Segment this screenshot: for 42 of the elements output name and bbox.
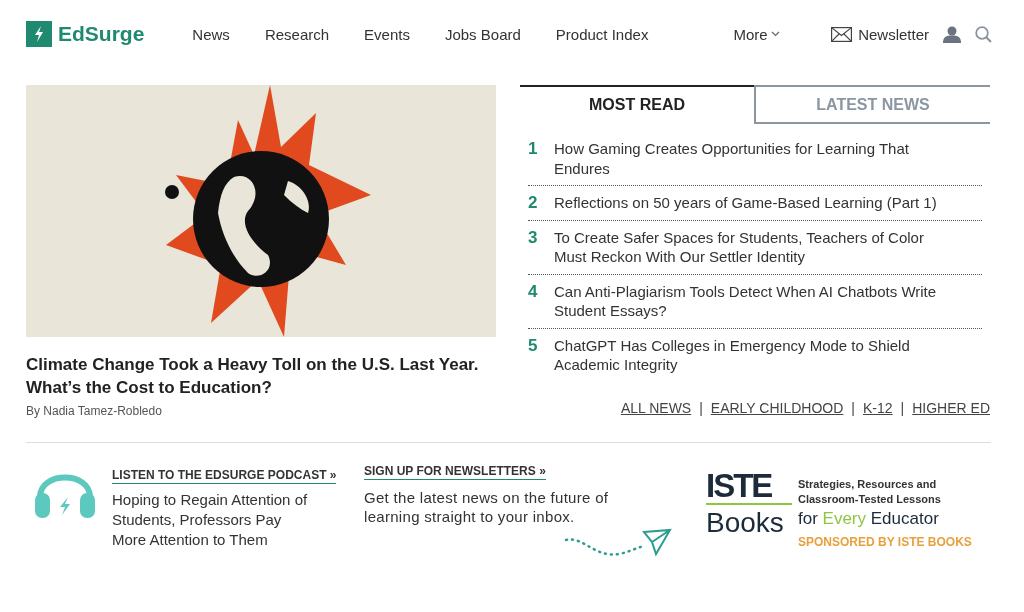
- lightning-icon: [26, 21, 52, 47]
- envelope-icon: [831, 26, 853, 42]
- tab[interactable]: MOST READ: [520, 85, 754, 124]
- chevron-down-icon: [770, 31, 780, 37]
- rank-number: 1: [528, 139, 539, 160]
- category-link[interactable]: ALL NEWS: [620, 399, 692, 416]
- article-byline: By Nadia Tamez-Robledo: [26, 404, 163, 418]
- nav-link[interactable]: Events: [364, 25, 410, 43]
- separator: |: [699, 399, 703, 416]
- rank-number: 2: [528, 193, 539, 213]
- newsletter-link[interactable]: Newsletter: [831, 25, 929, 43]
- edsurge-logo[interactable]: EdSurge: [26, 21, 145, 47]
- ad-logo-text: ISTE: [706, 469, 792, 505]
- rank-number: 5: [528, 335, 539, 357]
- nav-link[interactable]: Research: [264, 25, 330, 43]
- user-icon[interactable]: [943, 25, 961, 43]
- ad-slogan: for Every Educator: [798, 509, 940, 529]
- article-headline[interactable]: Climate Change Took a Heavy Toll on the U.S. Last Year. What’s the Cost to Education?: [26, 353, 496, 399]
- search-icon[interactable]: [975, 25, 992, 43]
- article-link[interactable]: ChatGPT Has Colleges in Emergency Mode to Shield Academic Integrity: [554, 335, 944, 375]
- category-link[interactable]: K-12: [863, 399, 893, 416]
- sponsor-label: SPONSORED BY ISTE BOOKS: [798, 535, 972, 549]
- article-link[interactable]: How Gaming Creates Opportunities for Learning That Endures: [554, 139, 944, 178]
- nav-link[interactable]: News: [192, 25, 230, 43]
- ad-tagline: Strategies, Resources and Classroom-Tested Lessons: [798, 477, 942, 507]
- nav-link[interactable]: Product Index: [555, 25, 649, 43]
- more-menu[interactable]: More: [733, 25, 780, 43]
- newsletter-promo-text: Get the latest news on the future of learning straight to your inbox.: [364, 488, 610, 526]
- category-link[interactable]: EARLY CHILDHOOD: [710, 399, 844, 416]
- podcast-title[interactable]: Hoping to Regain Attention of Students, Professors Pay More Attention to Them: [112, 490, 312, 550]
- separator: |: [900, 399, 905, 416]
- rank-number: 4: [528, 281, 539, 303]
- separator: |: [851, 399, 855, 416]
- article-link[interactable]: Can Anti-Plagiarism Tools Detect When AI Chatbots Write Student Essays?: [554, 281, 944, 321]
- nav-link[interactable]: Jobs Board: [444, 25, 521, 43]
- podcast-link[interactable]: LISTEN TO THE EDSURGE PODCAST »: [112, 468, 337, 484]
- newsletter-signup-link[interactable]: SIGN UP FOR NEWSLETTERS »: [364, 464, 546, 480]
- article-link[interactable]: To Create Safer Spaces for Students, Teachers of Color Must Reckon With Our Settler Identity: [554, 227, 944, 267]
- category-link[interactable]: HIGHER ED: [912, 399, 990, 416]
- rank-number: 3: [528, 227, 539, 249]
- ad-logo-subtext: Books: [706, 506, 785, 540]
- article-link[interactable]: Reflections on 50 years of Game-Based Learning (Part 1): [554, 193, 944, 213]
